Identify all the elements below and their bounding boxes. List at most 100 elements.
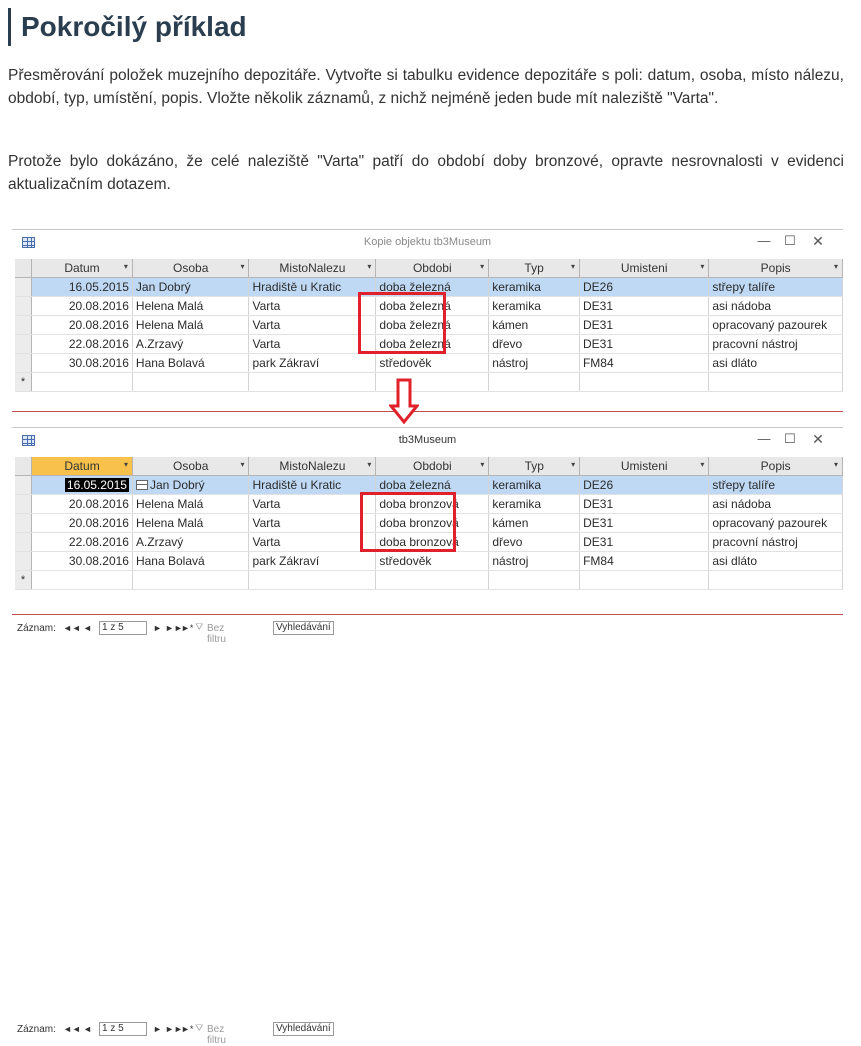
- table-cell[interactable]: [248, 372, 377, 392]
- table-cell[interactable]: DE31: [579, 513, 710, 533]
- table-cell[interactable]: park Zákraví: [248, 551, 377, 571]
- table-cell[interactable]: střepy talíře: [708, 277, 843, 297]
- table-cell[interactable]: [132, 372, 250, 392]
- table-cell[interactable]: pracovní nástroj: [708, 532, 843, 552]
- row-selector[interactable]: [15, 315, 33, 335]
- first-record-icon[interactable]: ◄◄: [63, 1024, 81, 1034]
- row-selector[interactable]: [15, 513, 33, 533]
- row-selector[interactable]: [15, 494, 33, 514]
- table-row[interactable]: 30.08.2016 Hana Bolavá park Zákraví středov…: [15, 353, 843, 373]
- table-cell[interactable]: 20.08.2016: [31, 315, 133, 335]
- row-selector[interactable]: [15, 551, 33, 571]
- table-cell[interactable]: kámen: [488, 513, 581, 533]
- row-selector[interactable]: [15, 532, 33, 552]
- chevron-down-icon[interactable]: ▾: [834, 262, 838, 271]
- table-cell[interactable]: [708, 372, 843, 392]
- new-record-row[interactable]: *: [15, 372, 843, 392]
- table-cell[interactable]: keramika: [488, 296, 580, 316]
- select-all-corner[interactable]: [15, 457, 33, 476]
- column-header-mistonalezu[interactable]: MistoNalezu ▾: [248, 259, 377, 278]
- table-cell[interactable]: asi dláto: [708, 353, 843, 373]
- table-cell[interactable]: DE31: [579, 315, 710, 335]
- table-cell[interactable]: FM84: [579, 353, 710, 373]
- table-cell[interactable]: 30.08.2016: [31, 353, 133, 373]
- table-cell[interactable]: asi dláto: [708, 551, 843, 571]
- table-cell[interactable]: 22.08.2016: [31, 334, 133, 354]
- table-cell[interactable]: DE31: [579, 494, 710, 514]
- table-cell[interactable]: 30.08.2016: [31, 551, 133, 571]
- table-cell[interactable]: [488, 570, 581, 590]
- table-cell[interactable]: dřevo: [488, 334, 580, 354]
- row-selector[interactable]: [15, 475, 33, 495]
- table-cell[interactable]: Varta: [248, 513, 377, 533]
- record-position-field[interactable]: 1 z 5: [99, 621, 147, 635]
- chevron-down-icon[interactable]: ▾: [367, 460, 371, 469]
- table-cell[interactable]: Helena Malá: [132, 315, 250, 335]
- filter-status[interactable]: Bez filtru: [207, 623, 226, 645]
- table-cell[interactable]: 20.08.2016: [31, 296, 133, 316]
- table-cell[interactable]: dřevo: [488, 532, 581, 552]
- column-header-popis[interactable]: Popis ▾: [708, 457, 843, 476]
- new-record-row[interactable]: *: [15, 570, 843, 590]
- table-cell[interactable]: Varta: [248, 315, 377, 335]
- table-cell[interactable]: opracovaný pazourek: [708, 315, 843, 335]
- table-cell[interactable]: středověk: [375, 551, 490, 571]
- column-header-umisteni[interactable]: Umisteni ▾: [579, 457, 710, 476]
- next-record-icon[interactable]: ►: [153, 1024, 162, 1034]
- row-selector[interactable]: [15, 277, 33, 297]
- new-record-icon[interactable]: ►*: [181, 1024, 193, 1034]
- table-cell[interactable]: Helena Malá: [132, 494, 250, 514]
- table-cell[interactable]: [132, 570, 250, 590]
- table-cell[interactable]: Hradiště u Kratic: [248, 475, 377, 495]
- column-header-datum[interactable]: Datum ▾: [31, 457, 133, 476]
- table-cell[interactable]: střepy talíře: [708, 475, 843, 495]
- chevron-down-icon[interactable]: ▾: [240, 460, 244, 469]
- table-cell[interactable]: nástroj: [488, 353, 580, 373]
- table-cell[interactable]: DE31: [579, 334, 710, 354]
- table-cell[interactable]: [708, 570, 843, 590]
- table-cell[interactable]: [31, 570, 133, 590]
- table-cell[interactable]: Varta: [248, 532, 377, 552]
- table-cell[interactable]: 16.05.2015: [31, 277, 133, 297]
- chevron-down-icon[interactable]: ▾: [480, 262, 484, 271]
- column-header-osoba[interactable]: Osoba ▾: [132, 457, 250, 476]
- table-cell[interactable]: 22.08.2016: [31, 532, 133, 552]
- table-cell[interactable]: [31, 372, 133, 392]
- new-record-icon[interactable]: ►*: [181, 623, 193, 633]
- table-cell[interactable]: [579, 570, 710, 590]
- table-cell[interactable]: pracovní nástroj: [708, 334, 843, 354]
- chevron-down-icon[interactable]: ▾: [700, 262, 704, 271]
- table-row[interactable]: 30.08.2016 Hana Bolavá park Zákraví středov…: [15, 551, 843, 571]
- column-header-typ[interactable]: Typ ▾: [488, 457, 581, 476]
- table-cell[interactable]: keramika: [488, 475, 581, 495]
- table-cell[interactable]: [579, 372, 710, 392]
- table-cell[interactable]: FM84: [579, 551, 710, 571]
- table-cell[interactable]: DE26: [579, 475, 710, 495]
- close-icon[interactable]: ✕: [809, 431, 827, 448]
- table-cell[interactable]: Jan Dobrý: [132, 475, 250, 495]
- table-cell[interactable]: Hana Bolavá: [132, 551, 250, 571]
- chevron-down-icon[interactable]: ▾: [480, 460, 484, 469]
- table-cell[interactable]: asi nádoba: [708, 296, 843, 316]
- table-cell[interactable]: Helena Malá: [132, 513, 250, 533]
- column-header-mistonalezu[interactable]: MistoNalezu ▾: [248, 457, 377, 476]
- table-cell[interactable]: park Zákraví: [248, 353, 377, 373]
- close-icon[interactable]: ✕: [809, 233, 827, 250]
- minimize-icon[interactable]: —: [755, 431, 773, 446]
- row-selector[interactable]: [15, 296, 33, 316]
- table-cell[interactable]: [248, 570, 377, 590]
- minimize-icon[interactable]: —: [755, 233, 773, 248]
- table-cell[interactable]: DE31: [579, 532, 710, 552]
- maximize-icon[interactable]: ☐: [781, 431, 799, 447]
- table-cell[interactable]: Hradiště u Kratic: [248, 277, 377, 297]
- chevron-down-icon[interactable]: ▾: [571, 460, 575, 469]
- row-selector[interactable]: [15, 334, 33, 354]
- table-cell[interactable]: opracovaný pazourek: [708, 513, 843, 533]
- table-cell[interactable]: kámen: [488, 315, 580, 335]
- column-header-typ[interactable]: Typ ▾: [488, 259, 580, 278]
- chevron-down-icon[interactable]: ▾: [240, 262, 244, 271]
- chevron-down-icon[interactable]: ▾: [834, 460, 838, 469]
- editing-cell[interactable]: 16.05.2015: [64, 478, 129, 492]
- table-cell[interactable]: [375, 570, 490, 590]
- chevron-down-icon[interactable]: ▾: [571, 262, 575, 271]
